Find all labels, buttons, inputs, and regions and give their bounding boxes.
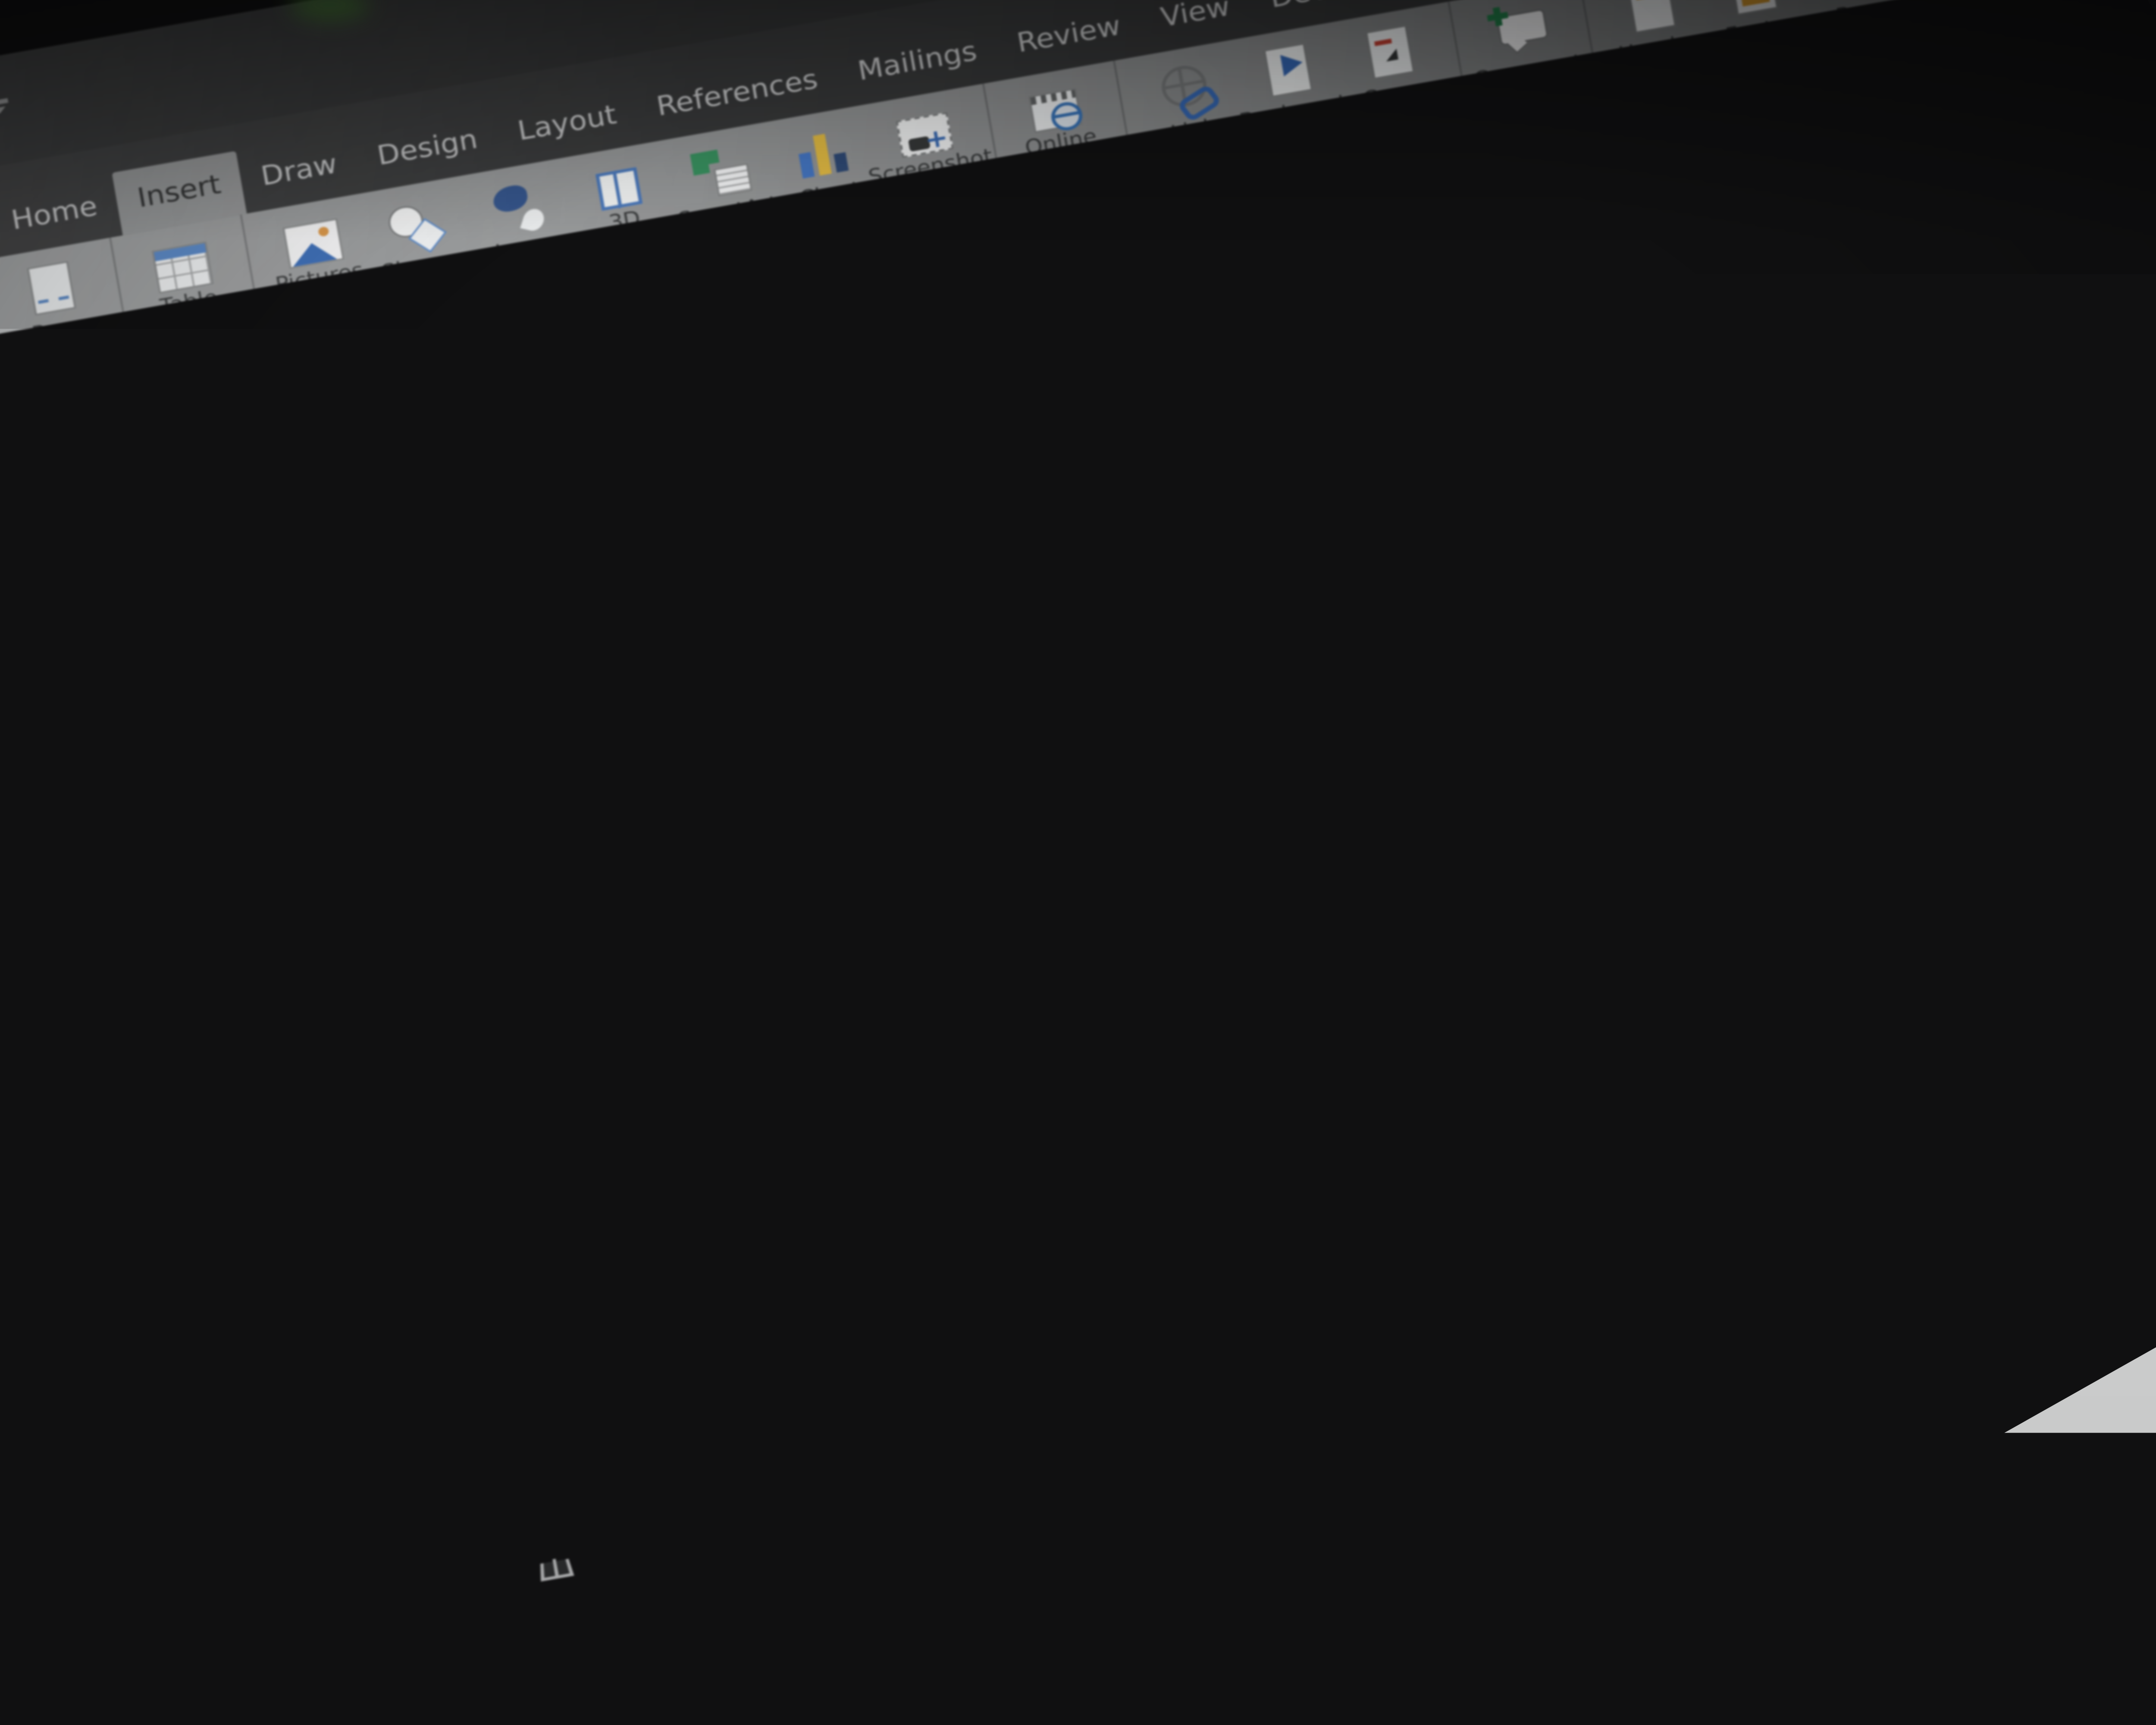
accessibility-icon[interactable] (743, 1520, 772, 1548)
ribbon-button-link[interactable]: Link (1134, 56, 1244, 152)
icons-icon (484, 177, 551, 239)
ribbon-button-table[interactable]: Table (131, 233, 242, 341)
laptop: Home Insert Draw Design Layout Reference… (0, 0, 2156, 1725)
line-active-indicator (1616, 1503, 1661, 1515)
start-button[interactable] (1008, 1554, 1035, 1579)
shapes-icon (382, 195, 449, 257)
table-icon (152, 241, 214, 293)
food-shortcut-icon[interactable] (1404, 1471, 1479, 1540)
3d-models-icon (595, 167, 643, 211)
dropdown-caret-icon (185, 320, 202, 335)
scroll-down-icon[interactable] (1652, 762, 1673, 783)
proofing-book-icon[interactable] (540, 1559, 574, 1582)
dropdown-caret-icon (1061, 182, 1078, 197)
ribbon-button-bookmark[interactable]: Bookmark (1236, 38, 1345, 134)
ribbon-button-chart[interactable]: Chart (771, 120, 880, 216)
bookmark-icon (1255, 41, 1322, 104)
dropdown-caret-icon (1863, 51, 1880, 66)
ribbon-button-pictures[interactable]: Pictures (261, 210, 372, 316)
help-button[interactable]: ? (1644, 157, 1662, 187)
document-line: 50,000,000 (793, 855, 1054, 945)
ribbon-button-footer[interactable]: Footer (1702, 0, 1814, 69)
chart-icon (790, 123, 856, 185)
hidden-bookmarks-checkbox[interactable] (1125, 1010, 1155, 1037)
add-button[interactable]: Add (1614, 226, 1759, 301)
ribbon-button-text-box[interactable]: Text Box (1934, 0, 2044, 17)
dropdown-caret-icon (926, 184, 943, 199)
page-break-icon (19, 260, 85, 322)
selected-text: ผู้รับจ้าง (1022, 365, 1117, 406)
line-app-icon[interactable] (1594, 1437, 1669, 1506)
sort-location-label[interactable]: Location (1289, 911, 1394, 953)
edge-icon[interactable] (1689, 1420, 1764, 1490)
header-icon (1619, 0, 1686, 39)
ribbon-button-shapes[interactable]: Shapes (364, 192, 476, 304)
link-icon (1153, 60, 1220, 122)
hidden-bookmarks-label[interactable]: Hidden bookmarks (1166, 966, 1394, 1030)
dropdown-caret-icon (1988, 0, 2005, 10)
ribbon-button-comment[interactable]: Comment (1469, 0, 1578, 93)
sort-name-radio[interactable] (1240, 884, 1269, 911)
ribbon-button-smartart[interactable]: SmartArt (669, 138, 778, 234)
dropdown-caret-icon (315, 295, 332, 310)
mouse-cursor (1576, 600, 1621, 653)
scroll-up-icon[interactable] (1576, 331, 1597, 352)
ribbon-button-cross-reference[interactable]: Cross-reference (1338, 20, 1451, 138)
pictures-icon (282, 218, 344, 269)
ribbon-button-page-number[interactable]: Page Number (1804, 0, 1920, 73)
sort-by-label: Sort by: (1107, 897, 1203, 938)
language-indicator[interactable]: Thai (596, 1540, 651, 1573)
dropdown-caret-icon (418, 283, 435, 298)
delete-button[interactable]: Delete (1627, 299, 1772, 374)
ribbon-button-page-break[interactable]: Page Break (0, 256, 113, 374)
smartart-icon (688, 141, 755, 204)
comment-icon (1488, 0, 1554, 63)
dropdown-caret-icon (1757, 47, 1774, 62)
dropdown-caret-icon (2096, 10, 2112, 25)
screenshot-icon (896, 112, 953, 158)
word-window: Home Insert Draw Design Layout Reference… (0, 0, 2156, 1725)
sort-location-radio[interactable] (1248, 933, 1278, 960)
office-icon[interactable] (1499, 1454, 1573, 1523)
dropdown-caret-icon (1655, 65, 1672, 80)
bookmark-dialog: Bookmark ? ✕ Bookmark name: ผู้รับจ้าง ช… (962, 123, 1907, 1098)
search-label: Search (1181, 1519, 1279, 1565)
search-box[interactable]: Search (1101, 1487, 1367, 1596)
file-explorer-icon[interactable] (1784, 1403, 1859, 1473)
go-to-button[interactable]: Go To (1640, 373, 1785, 447)
ribbon-button-icons[interactable]: Icons (465, 174, 574, 270)
ribbon-button-3d-models[interactable]: 3D Models (567, 156, 681, 282)
dropdown-caret-icon (624, 260, 641, 275)
quick-access-caret-icon[interactable] (0, 98, 8, 107)
ribbon-button-online-videos[interactable]: Online Videos (1004, 79, 1118, 203)
word-count[interactable]: 19 words (372, 1569, 485, 1613)
ribbon-button-quick-parts[interactable]: Quick Parts (2037, 0, 2153, 31)
ribbon-button-header[interactable]: Header (1600, 0, 1712, 86)
close-button[interactable]: ✕ (1705, 143, 1733, 176)
photo-frame: Home Insert Draw Design Layout Reference… (0, 0, 2156, 1725)
sort-name-label[interactable]: Name (1281, 869, 1355, 905)
search-icon (1133, 1542, 1155, 1562)
ribbon-button-screenshot[interactable]: Screenshot (873, 102, 983, 205)
cancel-button[interactable]: Cancel (1719, 819, 1864, 894)
dialog-title: Bookmark (995, 253, 1138, 306)
online-videos-icon (1028, 88, 1082, 133)
cross-reference-icon (1357, 23, 1424, 85)
clipchamp-icon[interactable] (1880, 1387, 1954, 1456)
